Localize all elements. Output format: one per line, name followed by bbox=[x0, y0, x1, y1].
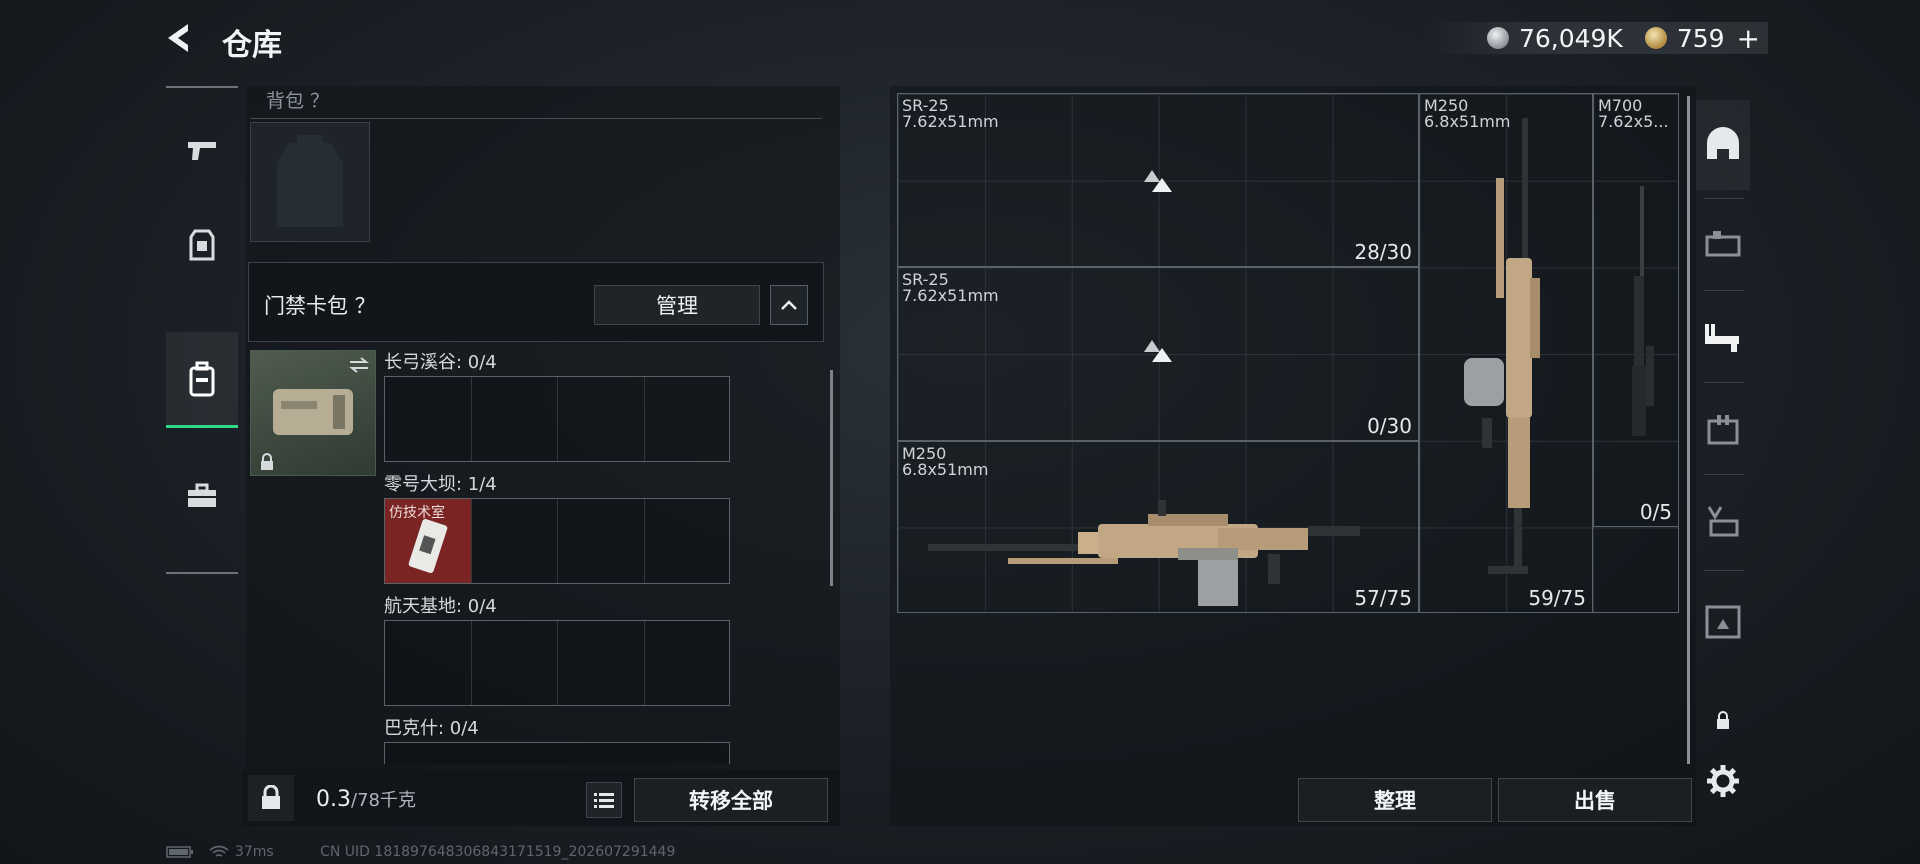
lock-toggle[interactable] bbox=[248, 775, 294, 821]
arrange-button[interactable]: 整理 bbox=[1298, 778, 1492, 822]
right-tab-container[interactable] bbox=[1696, 576, 1750, 666]
region-label-spacebase: 航天基地: 0/4 bbox=[384, 596, 497, 617]
manage-button[interactable]: 管理 bbox=[594, 285, 760, 325]
stash-item-sr25-2[interactable]: SR-25 7.62x51mm 0/30 bbox=[897, 267, 1419, 441]
settings-button[interactable] bbox=[1696, 736, 1750, 826]
item-ammo: 7.62x51mm bbox=[902, 112, 999, 131]
region-label-dam: 零号大坝: 1/4 bbox=[384, 474, 497, 495]
right-tab-ammo[interactable] bbox=[1696, 384, 1750, 474]
back-button[interactable] bbox=[160, 18, 200, 58]
currency-bar: 76,049K 759 + bbox=[1428, 22, 1768, 55]
list-view-button[interactable] bbox=[586, 782, 622, 818]
m250-rifle-image bbox=[928, 500, 1360, 606]
weight-readout: 0.3/78千克 bbox=[316, 786, 416, 812]
stash-item-m250-vertical[interactable]: M250 6.8x51mm 59/75 bbox=[1419, 93, 1593, 613]
item-count: 28/30 bbox=[1354, 240, 1412, 264]
item-count: 0/30 bbox=[1367, 414, 1412, 438]
wifi-icon bbox=[209, 845, 229, 857]
right-tab-attachments[interactable] bbox=[1696, 476, 1750, 566]
page-title: 仓库 bbox=[222, 28, 282, 63]
stash-item-m700[interactable]: M700 7.62x5... 0/5 bbox=[1593, 93, 1679, 527]
right-tab-weapons[interactable] bbox=[1696, 292, 1750, 382]
armor-icon bbox=[189, 229, 215, 261]
rail-item-weapons[interactable] bbox=[166, 102, 238, 198]
weight-value: 0.3 bbox=[316, 787, 351, 812]
weight-capacity: /78千克 bbox=[351, 790, 416, 811]
tactical-rig-icon bbox=[1705, 231, 1741, 257]
item-count: 0/5 bbox=[1639, 500, 1672, 524]
gold-coin-icon bbox=[1644, 27, 1667, 49]
keycard-item[interactable]: 仿技术室 bbox=[385, 499, 471, 583]
silver-currency-value: 76,049K bbox=[1518, 23, 1623, 53]
chevron-up-icon bbox=[781, 300, 797, 310]
m250-rifle-vertical-image bbox=[1464, 118, 1540, 574]
inventory-scrollbar[interactable] bbox=[830, 370, 833, 586]
padlock-icon bbox=[262, 785, 280, 809]
right-tab-rig[interactable] bbox=[1696, 200, 1750, 290]
back-arrow-icon bbox=[168, 24, 188, 52]
pistol-icon bbox=[188, 142, 216, 160]
item-ammo: 7.62x5... bbox=[1598, 112, 1669, 131]
keycard-bag-item[interactable] bbox=[250, 350, 376, 476]
right-tab-helmet[interactable] bbox=[1696, 100, 1750, 190]
add-currency-button[interactable]: + bbox=[1737, 22, 1760, 55]
rail-item-backpack[interactable] bbox=[166, 332, 238, 428]
helmet-icon bbox=[1707, 127, 1739, 159]
rail-item-tools[interactable] bbox=[166, 448, 238, 544]
item-count: 57/75 bbox=[1354, 586, 1412, 610]
stash-item-m250-horizontal[interactable]: M250 6.8x51mm 57/75 bbox=[897, 441, 1419, 613]
missing-item-icon bbox=[1144, 340, 1172, 362]
region-grid-spacebase[interactable] bbox=[384, 620, 730, 706]
missing-item-icon bbox=[1144, 170, 1172, 192]
weapon-rack-icon bbox=[1705, 324, 1739, 352]
backpack-silhouette-icon bbox=[277, 135, 343, 227]
swap-icon bbox=[349, 357, 369, 373]
region-grid-dam[interactable]: 仿技术室 bbox=[384, 498, 730, 584]
card-bag-label: 门禁卡包 ？ bbox=[264, 294, 376, 318]
battery-icon bbox=[166, 846, 193, 858]
backpack-icon bbox=[189, 361, 215, 396]
category-rail bbox=[166, 86, 238, 574]
backpack-header bbox=[250, 86, 822, 119]
region-label-bakesh: 巴克什: 0/4 bbox=[384, 718, 479, 739]
region-label-changgong: 长弓溪谷: 0/4 bbox=[384, 352, 497, 373]
container-icon bbox=[1705, 605, 1741, 639]
toolbox-icon bbox=[188, 483, 216, 507]
item-ammo: 6.8x51mm bbox=[902, 460, 989, 479]
item-count: 59/75 bbox=[1528, 586, 1586, 610]
settings-icon bbox=[1707, 765, 1739, 797]
transfer-all-button[interactable]: 转移全部 bbox=[634, 778, 828, 822]
gold-currency-value: 759 bbox=[1676, 23, 1725, 53]
list-icon bbox=[594, 793, 614, 808]
sell-button[interactable]: 出售 bbox=[1498, 778, 1692, 822]
ping-value: 37ms bbox=[234, 844, 274, 860]
uid-text: CN UID 181897648306843171519_20260729144… bbox=[320, 844, 676, 860]
m700-rifle-image bbox=[1632, 186, 1654, 436]
region-grid-bakesh[interactable] bbox=[384, 742, 730, 764]
collapse-button[interactable] bbox=[770, 285, 808, 325]
rail-item-armor[interactable] bbox=[166, 198, 238, 294]
stash-scrollbar[interactable] bbox=[1687, 96, 1690, 764]
lock-icon bbox=[261, 453, 273, 470]
region-grid-changgong[interactable] bbox=[384, 376, 730, 462]
attachment-icon bbox=[1707, 506, 1739, 537]
keycard-icon bbox=[408, 518, 448, 574]
stash-item-sr25-1[interactable]: SR-25 7.62x51mm 28/30 bbox=[897, 93, 1419, 267]
ammo-crate-icon bbox=[1707, 415, 1739, 445]
silver-coin-icon bbox=[1486, 27, 1509, 49]
item-ammo: 7.62x51mm bbox=[902, 286, 999, 305]
backpack-label: 背包 ？ bbox=[266, 90, 330, 112]
backpack-slot[interactable] bbox=[250, 122, 370, 242]
lock-icon bbox=[1717, 711, 1729, 729]
status-bar: 37ms CN UID 181897648306843171519_202607… bbox=[166, 844, 675, 860]
